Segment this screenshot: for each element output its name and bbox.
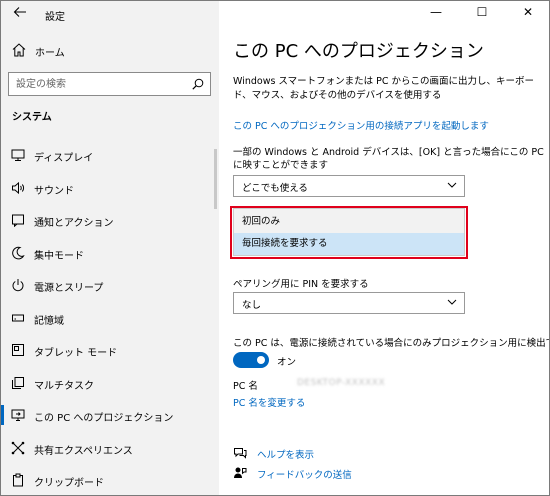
home-nav-item[interactable]: ホーム (1, 39, 219, 63)
get-help-row[interactable]: ヘルプを表示 (233, 445, 433, 463)
search-input[interactable] (9, 73, 184, 95)
app-title: 設定 (45, 12, 65, 23)
sidebar-item-sound[interactable]: サウンド (1, 172, 219, 205)
speaker-icon (11, 181, 25, 195)
sidebar-item-projection[interactable]: この PC へのプロジェクション (1, 399, 219, 432)
sidebar-item-label: サウンド (34, 185, 74, 197)
feedback-icon (233, 466, 247, 480)
availability-value: どこでも使える (242, 183, 308, 194)
window-controls: — ☐ ✕ (411, 1, 549, 25)
pin-value: なし (242, 300, 262, 311)
title-bar: 設定 (1, 1, 219, 27)
availability-question: 一部の Windows と Android デバイスは、[OK] と言った場合に… (233, 147, 544, 171)
section-heading: システム (12, 112, 52, 123)
sidebar-item-display[interactable]: ディスプレイ (1, 139, 219, 172)
display-icon (11, 148, 25, 162)
tablet-icon (11, 343, 25, 357)
home-label: ホーム (35, 48, 65, 59)
clipboard-icon (11, 473, 25, 487)
main-content: — ☐ ✕ この PC へのプロジェクション Windows スマートフォンまた… (219, 1, 550, 495)
sidebar-item-label: クリップボード (34, 478, 104, 489)
chevron-down-icon (446, 178, 458, 192)
notification-icon (11, 213, 25, 228)
option-every-time[interactable]: 毎回接続を要求する (234, 233, 464, 255)
share-icon (11, 441, 25, 455)
minimize-button[interactable]: — (413, 1, 459, 25)
sidebar-item-label: タブレット モード (34, 348, 118, 359)
chevron-down-icon (446, 295, 458, 309)
sidebar-item-power[interactable]: 電源とスリープ (1, 269, 219, 302)
maximize-button[interactable]: ☐ (459, 1, 505, 25)
multitask-icon (11, 376, 25, 390)
sidebar: 設定 ホーム システム ディスプレイ サウンド (1, 1, 219, 495)
pc-name-value: DESKTOP-XXXXXX (297, 378, 386, 388)
availability-dropdown[interactable]: どこでも使える (233, 175, 465, 197)
launch-connect-app-link[interactable]: この PC へのプロジェクション用の接続アプリを起動します (233, 118, 489, 132)
page-title: この PC へのプロジェクション (233, 41, 484, 62)
rename-pc-link[interactable]: PC 名を変更する (233, 395, 305, 409)
projection-icon (11, 408, 25, 422)
sidebar-item-clipboard[interactable]: クリップボード (1, 464, 219, 495)
get-help-link[interactable]: ヘルプを表示 (257, 447, 314, 461)
pin-dropdown[interactable]: なし (233, 292, 465, 314)
sidebar-item-shared[interactable]: 共有エクスペリエンス (1, 432, 219, 465)
system-nav-list: ディスプレイ サウンド 通知とアクション 集中モード 電源とスリープ 記憶域 タ… (1, 139, 219, 495)
sidebar-scrollbar[interactable] (214, 149, 217, 209)
settings-window: 設定 ホーム システム ディスプレイ サウンド (0, 0, 550, 496)
sidebar-item-label: 記憶域 (34, 315, 64, 327)
send-feedback-link[interactable]: フィードバックの送信 (257, 467, 352, 481)
help-chat-icon (233, 446, 247, 460)
back-arrow-icon[interactable] (9, 5, 31, 23)
sidebar-item-label: 共有エクスペリエンス (34, 445, 133, 457)
option-first-time-only[interactable]: 初回のみ (234, 211, 464, 233)
feedback-row[interactable]: フィードバックの送信 (233, 465, 433, 483)
sidebar-item-focus[interactable]: 集中モード (1, 237, 219, 270)
sidebar-item-label: 通知とアクション (34, 218, 114, 229)
sidebar-item-label: 電源とスリープ (34, 283, 104, 294)
storage-icon (11, 311, 25, 325)
sidebar-item-label: マルチタスク (34, 380, 94, 392)
power-discovery-question: この PC は、電源に接続されている場合にのみプロジェクション用に検出できます (233, 338, 550, 349)
sidebar-item-storage[interactable]: 記憶域 (1, 302, 219, 335)
sidebar-item-label: ディスプレイ (34, 153, 94, 164)
page-description: Windows スマートフォンまたは PC からこの画面に出力し、キーボード、マ… (233, 76, 535, 101)
sidebar-item-tablet[interactable]: タブレット モード (1, 334, 219, 367)
moon-icon (11, 246, 25, 260)
power-discovery-toggle[interactable] (233, 352, 269, 368)
sidebar-item-notifications[interactable]: 通知とアクション (1, 204, 219, 237)
sidebar-item-label: この PC へのプロジェクション (34, 413, 174, 424)
toggle-state-label: オン (277, 357, 297, 368)
close-button[interactable]: ✕ (505, 1, 549, 25)
sidebar-item-multitask[interactable]: マルチタスク (1, 367, 219, 400)
search-box[interactable] (8, 72, 211, 96)
ask-to-project-popup: 初回のみ 毎回接続を要求する (233, 208, 465, 256)
toggle-knob (257, 356, 265, 364)
home-icon (12, 42, 26, 58)
pin-question: ペアリング用に PIN を要求する (233, 279, 369, 290)
power-icon (11, 278, 25, 292)
search-icon[interactable] (192, 78, 204, 90)
pc-name-label: PC 名 (233, 381, 258, 392)
sidebar-item-label: 集中モード (34, 250, 84, 262)
